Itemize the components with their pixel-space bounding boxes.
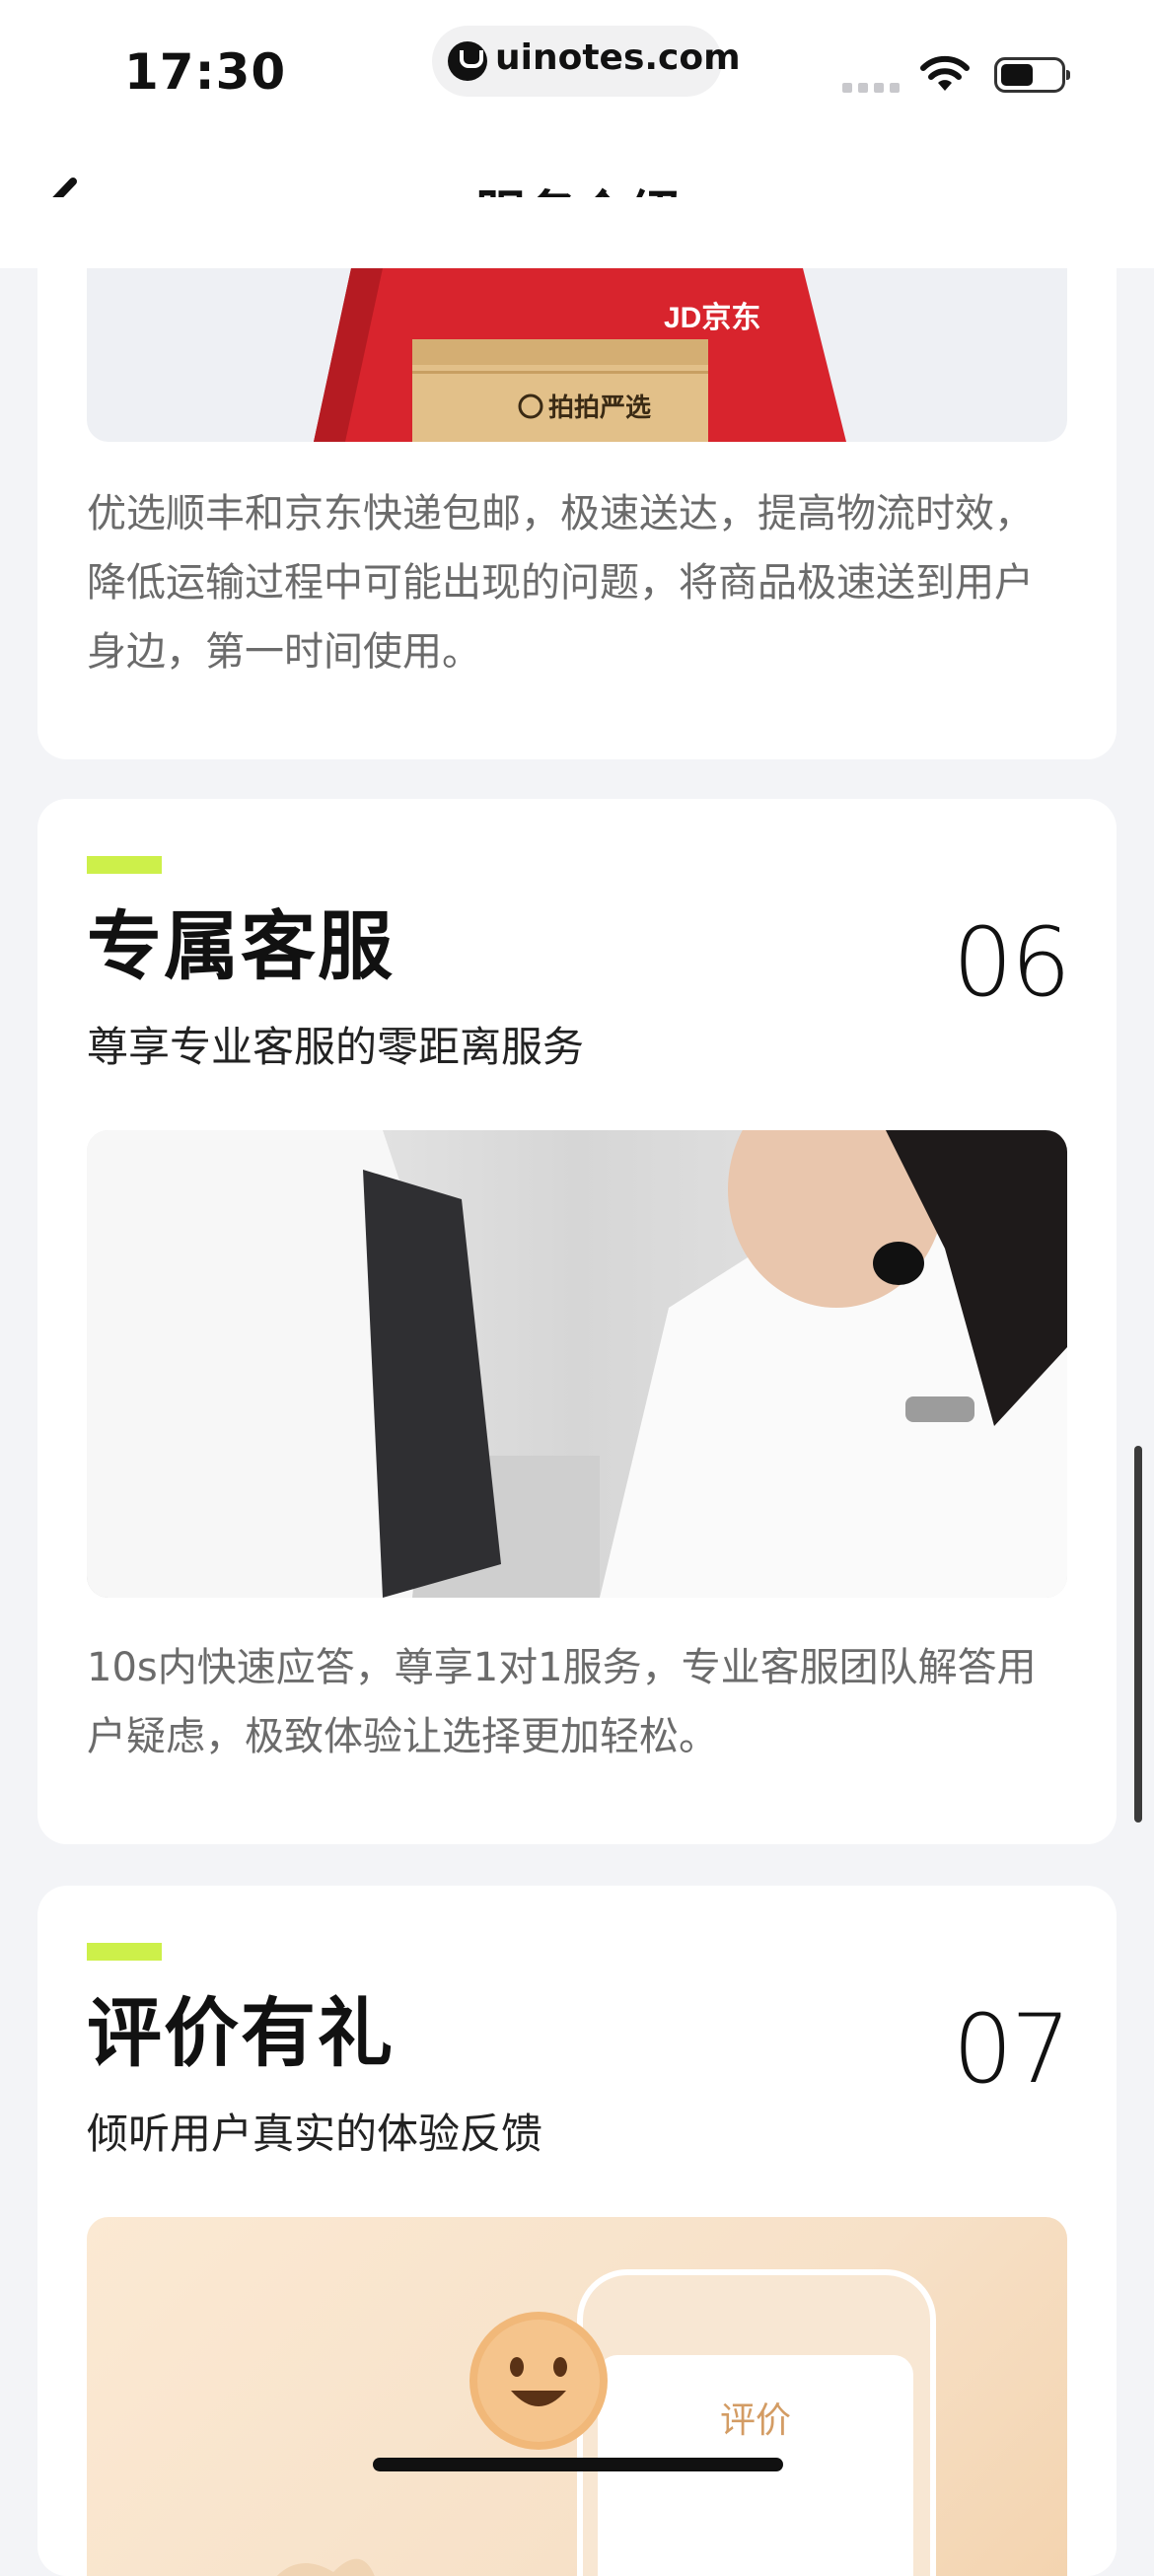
review-label: 评价 (720, 2399, 791, 2440)
card-description: 10s内快速应答，尊享1对1服务，专业客服团队解答用户疑虑，极致体验让选择更加轻… (87, 1645, 1037, 1759)
service-card-delivery: 拍拍严选 JD京东 优选顺丰和京东快递包邮，极速送达，提高物流时效，降低运输过程… (37, 197, 1117, 759)
wifi-icon (920, 55, 970, 91)
accent-bar (87, 1943, 162, 1961)
card-number: 07 (952, 1994, 1071, 2105)
status-bar: 17:30 uinotes.com (0, 0, 1154, 138)
signal-icon (842, 83, 900, 93)
service-card-customer-service: 专属客服 06 尊享专业客服的零距离服务 10s内快速应答，尊享1对1服务，专业… (37, 799, 1117, 1844)
delivery-image: 拍拍严选 JD京东 (87, 268, 1067, 442)
site-logo-icon (448, 41, 487, 81)
accent-bar (87, 856, 162, 874)
review-reward-image: 评价 (87, 2217, 1067, 2576)
card-subtitle: 尊享专业客服的零距离服务 (87, 1023, 585, 1071)
home-indicator[interactable] (373, 2458, 783, 2471)
card-number: 06 (952, 907, 1071, 1018)
customer-service-photo (87, 1130, 1067, 1598)
card-title: 专属客服 (87, 902, 395, 990)
url-pill[interactable]: uinotes.com (432, 26, 741, 97)
box-caption: 拍拍严选 (548, 393, 651, 422)
status-time: 17:30 (124, 43, 287, 101)
scrollbar[interactable] (1134, 1446, 1142, 1823)
service-card-review-reward: 评价有礼 07 倾听用户真实的体验反馈 评价 (37, 1886, 1117, 2576)
card-description: 优选顺丰和京东快递包邮，极速送达，提高物流时效，降低运输过程中可能出现的问题，将… (87, 491, 1034, 675)
card-subtitle: 倾听用户真实的体验反馈 (87, 2110, 543, 2158)
url-text: uinotes.com (495, 37, 741, 78)
battery-icon (994, 57, 1070, 93)
jd-badge: JD京东 (664, 301, 760, 334)
card-title: 评价有礼 (87, 1989, 395, 2077)
